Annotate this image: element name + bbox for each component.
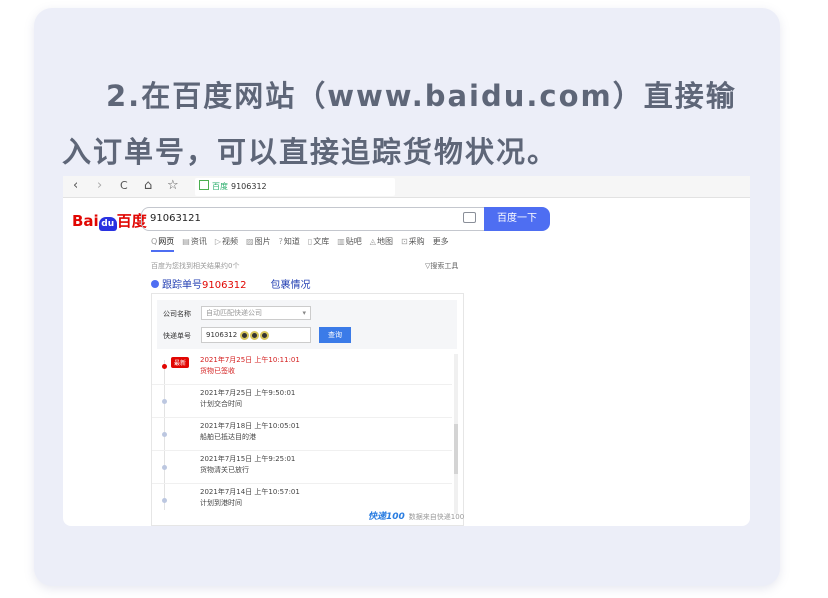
latest-badge: 最新 <box>171 357 190 368</box>
event-status: 货物清关已放行 <box>200 466 249 474</box>
camera-icon[interactable] <box>463 212 476 223</box>
search-input[interactable]: 91063121 <box>141 207 484 231</box>
event-time: 2021年7月25日 上午9:50:01 <box>200 389 296 397</box>
event-time: 2021年7月15日 上午9:25:01 <box>200 455 296 463</box>
tracking-number-value: 9106312 <box>206 331 238 339</box>
document-icon: ▯ <box>307 237 313 246</box>
logo-text-left: Bai <box>72 212 99 230</box>
scrollbar-thumb[interactable] <box>454 424 458 474</box>
forum-icon: ▥ <box>337 237 345 246</box>
footer-text: 数据来自快递100 <box>408 513 465 521</box>
search-tabs: Q网页 ▤资讯 ▷视频 ▨图片 ?知道 ▯文库 ▥贴吧 ◬地图 ⊡采购 更多 <box>151 236 449 252</box>
chevron-down-icon: ▾ <box>302 309 306 317</box>
search-icon: Q <box>151 237 158 246</box>
timeline-dot <box>162 364 167 369</box>
company-select[interactable]: 自动匹配快递公司 ▾ <box>201 306 311 320</box>
data-source-footer: 快递100 数据来自快递100 <box>368 509 464 522</box>
search-tools-button[interactable]: ▽搜索工具 <box>425 261 458 271</box>
event-time: 2021年7月14日 上午10:57:01 <box>200 488 300 496</box>
event-time: 2021年7月18日 上午10:05:01 <box>200 422 300 430</box>
home-icon[interactable]: ⌂ <box>144 178 152 193</box>
tab-images[interactable]: ▨图片 <box>246 236 271 252</box>
result-title-number: 9106312 <box>202 280 247 291</box>
tab-purchase[interactable]: ⊡采购 <box>401 236 425 252</box>
event-status: 货物已签收 <box>200 367 235 375</box>
tab-tieba[interactable]: ▥贴吧 <box>337 236 362 252</box>
redaction-mark <box>260 331 269 340</box>
browser-toolbar: ‹ › C ⌂ ☆ 百度 9106312 <box>63 176 750 198</box>
tracking-label: 快递单号 <box>163 332 191 340</box>
query-button[interactable]: 查询 <box>319 327 351 343</box>
result-title-suffix: 包裹情况 <box>270 280 311 291</box>
tab-label: 百度 <box>212 182 228 191</box>
event-time: 2021年7月25日 上午10:11:01 <box>200 356 300 364</box>
search-input-value: 91063121 <box>150 213 201 224</box>
instruction-heading: 2.在百度网站（www.baidu.com）直接输 入订单号，可以直接追踪货物状… <box>62 68 762 180</box>
video-icon: ▷ <box>214 237 222 246</box>
question-icon: ? <box>278 237 283 246</box>
timeline-item: 2021年7月15日 上午9:25:01 货物清关已放行 <box>152 451 452 484</box>
company-select-value: 自动匹配快递公司 <box>206 309 262 317</box>
map-icon: ◬ <box>369 237 376 246</box>
tab-zhidao[interactable]: ?知道 <box>279 236 300 252</box>
news-icon: ▤ <box>182 237 190 246</box>
paw-icon: du <box>98 217 117 231</box>
result-title-link[interactable]: 跟踪单号9106312 包裹情况 <box>151 276 311 291</box>
company-label: 公司名称 <box>163 310 191 318</box>
tab-wenku[interactable]: ▯文库 <box>308 236 329 252</box>
tab-more[interactable]: 更多 <box>433 236 449 252</box>
image-icon: ▨ <box>246 237 254 246</box>
tab-map[interactable]: ◬地图 <box>370 236 393 252</box>
address-bar[interactable]: 百度 9106312 <box>195 178 395 196</box>
cart-icon: ⊡ <box>400 237 408 246</box>
timeline-item: 2021年7月18日 上午10:05:01 船舶已抵达目的港 <box>152 418 452 451</box>
timeline-item: 最新 2021年7月25日 上午10:11:01 货物已签收 <box>152 352 452 385</box>
timeline-dot <box>162 432 167 437</box>
reload-icon[interactable]: C <box>120 179 128 192</box>
event-status: 计划交合时间 <box>200 400 242 408</box>
star-icon[interactable]: ☆ <box>167 178 179 193</box>
timeline-dot <box>162 399 167 404</box>
heading-line-2: 入订单号，可以直接追踪货物状况。 <box>62 135 559 169</box>
heading-line-1: 2.在百度网站（www.baidu.com）直接输 <box>106 79 737 113</box>
event-status: 船舶已抵达目的港 <box>200 433 256 441</box>
tracking-panel: 公司名称 自动匹配快递公司 ▾ 快递单号 9106312 查询 最新 2021年… <box>151 293 464 526</box>
timeline-scrollbar[interactable] <box>454 354 458 514</box>
tracking-number-input[interactable]: 9106312 <box>201 327 311 343</box>
tracking-form: 公司名称 自动匹配快递公司 ▾ 快递单号 9106312 查询 <box>157 300 457 349</box>
event-status: 计划到港时间 <box>200 499 242 507</box>
search-button[interactable]: 百度一下 <box>484 207 550 231</box>
baidu-logo[interactable]: Bai du 百度 <box>72 210 147 231</box>
forward-icon[interactable]: › <box>97 178 102 193</box>
redaction-mark <box>240 331 249 340</box>
address-text: 9106312 <box>231 182 267 191</box>
timeline-item: 2021年7月25日 上午9:50:01 计划交合时间 <box>152 385 452 418</box>
kuaidi100-logo[interactable]: 快递100 <box>368 512 405 522</box>
tab-news[interactable]: ▤资讯 <box>182 236 207 252</box>
redaction-mark <box>250 331 259 340</box>
tab-video[interactable]: ▷视频 <box>215 236 238 252</box>
favicon-icon <box>199 180 209 190</box>
browser-screenshot: ‹ › C ⌂ ☆ 百度 9106312 Bai du 百度 91063121 百度一… <box>63 176 750 526</box>
result-title-prefix: 跟踪单号 <box>162 280 202 291</box>
timeline-dot <box>162 498 167 503</box>
tab-web[interactable]: Q网页 <box>151 236 175 252</box>
result-bullet-icon <box>151 280 159 288</box>
timeline-dot <box>162 465 167 470</box>
result-count: 百度为您找到相关结果约0个 <box>151 262 240 270</box>
back-icon[interactable]: ‹ <box>73 178 78 193</box>
